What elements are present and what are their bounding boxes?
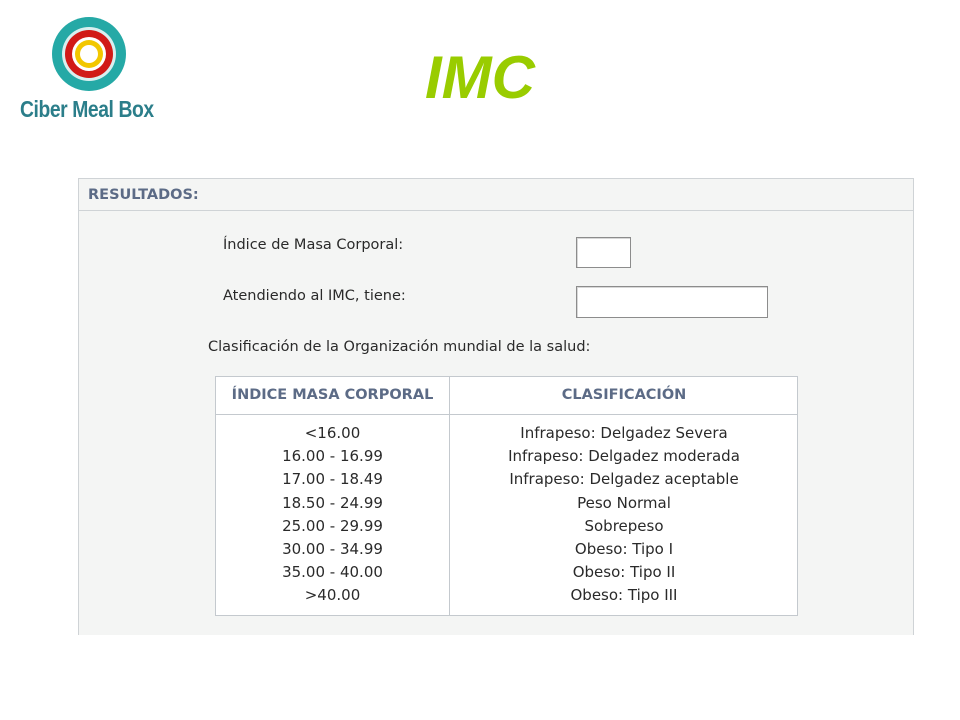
classification-cell: Obeso: Tipo II bbox=[572, 563, 676, 582]
bmi-range-cell: 18.50 - 24.99 bbox=[282, 493, 383, 512]
bmi-range-cell: 16.00 - 16.99 bbox=[282, 447, 383, 466]
bmi-label: Índice de Masa Corporal: bbox=[223, 237, 404, 253]
bmi-range-cell: >40.00 bbox=[304, 586, 361, 605]
bmi-range-cell: 30.00 - 34.99 bbox=[282, 540, 383, 559]
header-divider bbox=[216, 414, 797, 415]
classification-cell: Sobrepeso bbox=[584, 516, 664, 535]
bmi-range-column: <16.00 16.00 - 16.99 17.00 - 18.49 18.50… bbox=[216, 422, 449, 608]
column-header-classification: CLASIFICACIÓN bbox=[561, 387, 687, 403]
results-panel: RESULTADOS: Índice de Masa Corporal: Ate… bbox=[78, 178, 914, 635]
bmi-result-field[interactable] bbox=[576, 237, 631, 268]
bmi-range-cell: <16.00 bbox=[304, 424, 361, 442]
results-header: RESULTADOS: bbox=[79, 179, 913, 211]
classification-column: Infrapeso: Delgadez Severa Infrapeso: De… bbox=[450, 422, 798, 608]
who-classification-label: Clasificación de la Organización mundial… bbox=[208, 339, 591, 355]
status-result-field[interactable] bbox=[576, 286, 768, 318]
status-label: Atendiendo al IMC, tiene: bbox=[223, 288, 406, 304]
classification-cell: Obeso: Tipo III bbox=[570, 586, 678, 605]
classification-cell: Infrapeso: Delgadez Severa bbox=[520, 424, 728, 442]
classification-cell: Infrapeso: Delgadez aceptable bbox=[509, 470, 739, 489]
classification-cell: Peso Normal bbox=[577, 493, 671, 512]
bmi-classification-table: ÍNDICE MASA CORPORAL CLASIFICACIÓN <16.0… bbox=[215, 376, 798, 616]
page-title: IMC bbox=[425, 44, 535, 111]
classification-cell: Obeso: Tipo I bbox=[574, 540, 674, 559]
column-header-bmi: ÍNDICE MASA CORPORAL bbox=[231, 387, 434, 403]
bmi-range-cell: 17.00 - 18.49 bbox=[282, 470, 383, 489]
bmi-range-cell: 35.00 - 40.00 bbox=[282, 563, 383, 582]
classification-cell: Infrapeso: Delgadez moderada bbox=[508, 447, 740, 466]
bmi-range-cell: 25.00 - 29.99 bbox=[282, 516, 383, 535]
